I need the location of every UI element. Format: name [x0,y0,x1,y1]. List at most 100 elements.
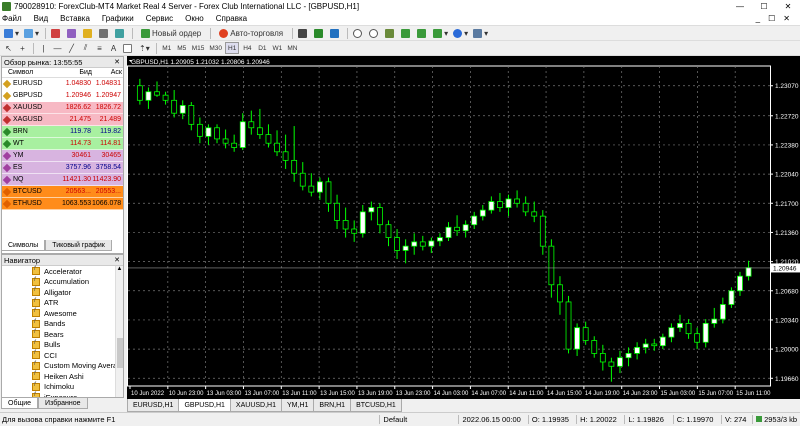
timeframe-mn[interactable]: MN [285,42,299,54]
menu-view[interactable]: Вид [28,14,54,23]
navigator-indicator-item[interactable]: CCI [2,350,123,361]
timeframe-h1[interactable]: H1 [225,42,240,54]
menu-tools[interactable]: Сервис [140,14,179,23]
autoscroll-button[interactable] [399,27,414,39]
maximize-button[interactable]: ☐ [752,2,776,11]
tab-common[interactable]: Общие [1,398,39,409]
arrows-tool[interactable]: ⇡▾ [137,42,152,54]
market-watch-row[interactable]: WT 114.73 114.81 [2,138,123,150]
market-watch-row[interactable]: XAGUSD 21.475 21.489 [2,114,123,126]
close-icon[interactable]: ✕ [114,58,120,66]
timeframe-m1[interactable]: M1 [160,42,174,54]
tab-symbols[interactable]: Символы [1,240,46,251]
scroll-up-icon[interactable]: ▲ [116,266,123,274]
new-chart-button[interactable]: ▾ [2,27,21,39]
navigator-indicator-item[interactable]: Heiken Ashi [2,371,123,382]
navigator-indicator-item[interactable]: Awesome [2,308,123,319]
cursor-tool[interactable]: ↖ [2,42,15,54]
periods-button[interactable]: ▾ [451,27,470,39]
market-watch-row[interactable]: BRN 119.78 119.82 [2,126,123,138]
column-symbol[interactable]: Символ [2,69,62,76]
timeframe-m30[interactable]: M30 [207,42,224,54]
chart-window[interactable]: 1.23070 1.22720 1.22380 1.22040 1.21700 1.213… [127,56,800,399]
mdi-close-button[interactable]: ✕ [783,14,790,23]
navigator-scrollbar[interactable]: ▲ [115,266,123,397]
market-watch-row[interactable]: EURUSD 1.04830 1.04831 [2,78,123,90]
navigator-indicator-item[interactable]: Custom Moving Avera [2,361,123,372]
indicator-label: Custom Moving Avera [44,361,118,371]
navigator-indicator-item[interactable]: ATR [2,298,123,309]
minimize-button[interactable]: — [728,2,752,11]
tile-windows-button[interactable] [383,27,398,39]
chart-shift-button[interactable] [415,27,430,39]
candle-body [282,151,289,161]
label-tool[interactable] [121,42,136,54]
text-tool[interactable]: A [107,42,120,54]
chart-tab-ym[interactable]: YM,H1 [281,399,315,412]
vertical-line-tool[interactable]: | [37,42,50,54]
market-watch-row[interactable]: YM 30461 30465 [2,150,123,162]
market-watch-row[interactable]: ES 3757.96 3758.54 [2,162,123,174]
status-open: O: 1.19935 [527,415,576,424]
chart-tab-xauusd[interactable]: XAUUSD,H1 [229,399,282,412]
navigator-indicator-item[interactable]: Accelerator [2,266,123,277]
line-chart-button[interactable] [328,27,343,39]
chart-tab-gbpusd[interactable]: GBPUSD,H1 [178,399,231,412]
timeframe-m5[interactable]: M5 [175,42,189,54]
zoom-out-button[interactable] [367,27,382,39]
candle-body [702,322,709,343]
chart-tab-btcusd[interactable]: BTCUSD,H1 [350,399,402,412]
timeframe-m15[interactable]: M15 [190,42,207,54]
templates-button[interactable]: ▾ [471,27,490,39]
navigator-indicator-item[interactable]: Bears [2,329,123,340]
close-icon[interactable]: ✕ [114,256,120,264]
timeframe-w1[interactable]: W1 [270,42,284,54]
close-button[interactable]: ✕ [776,2,800,11]
indicators-button[interactable]: ▾ [431,27,450,39]
horizontal-line-tool[interactable]: — [51,42,64,54]
menu-charts[interactable]: Графики [96,14,140,23]
menu-help[interactable]: Справка [210,14,253,23]
navigator-indicator-item[interactable]: Bands [2,319,123,330]
trendline-tool[interactable]: ╱ [65,42,78,54]
market-watch-row[interactable]: BTCUSD 20563... 20553... [2,186,123,198]
terminal-toggle[interactable] [97,27,112,39]
bar-chart-button[interactable] [296,27,311,39]
menu-file[interactable]: Файл [0,14,28,23]
zoom-in-button[interactable] [351,27,366,39]
new-order-button[interactable]: Новый ордер [136,27,206,39]
tab-tick-chart[interactable]: Тиковый график [45,240,112,251]
channel-tool[interactable]: ⫽ [79,42,92,54]
candlestick-chart[interactable]: 1.23070 1.22720 1.22380 1.22040 1.21700 1.213… [127,56,800,399]
navigator-toggle[interactable] [81,27,96,39]
fibonacci-tool[interactable]: ≡ [93,42,106,54]
navigator-indicator-item[interactable]: Ichimoku [2,382,123,393]
chart-tab-eurusd[interactable]: EURUSD,H1 [127,399,180,412]
menu-window[interactable]: Окно [179,14,210,23]
tester-toggle[interactable] [113,27,128,39]
menu-insert[interactable]: Вставка [54,14,96,23]
market-watch-row[interactable]: XAUUSD 1826.62 1826.72 [2,102,123,114]
mdi-minimize-button[interactable]: _ [756,14,760,23]
timeframe-h4[interactable]: H4 [240,42,254,54]
data-window-toggle[interactable] [65,27,80,39]
timeframe-d1[interactable]: D1 [255,42,269,54]
navigator-indicator-item[interactable]: Bulls [2,340,123,351]
column-bid[interactable]: Бид [62,69,92,76]
market-watch-row[interactable]: ETHUSD 1063.553 1066.078 [2,198,123,210]
autotrade-button[interactable]: Авто-торговля [214,27,288,39]
navigator-indicator-item[interactable]: Alligator [2,287,123,298]
candle-chart-button[interactable] [312,27,327,39]
navigator-indicator-item[interactable]: Accumulation [2,277,123,288]
market-watch-row[interactable]: NQ 11421.30 11423.90 [2,174,123,186]
scroll-thumb[interactable] [117,338,123,368]
tab-favorites[interactable]: Избранное [38,398,88,409]
profiles-button[interactable]: ▾ [22,27,41,39]
market-watch-toggle[interactable] [49,27,64,39]
market-watch-row[interactable]: GBPUSD 1.20946 1.20947 [2,90,123,102]
crosshair-tool[interactable]: + [16,42,29,54]
mdi-restore-button[interactable]: ☐ [768,14,775,23]
column-ask[interactable]: Аск [92,69,122,76]
candle-body [274,142,280,153]
chart-tab-brn[interactable]: BRN,H1 [313,399,352,412]
